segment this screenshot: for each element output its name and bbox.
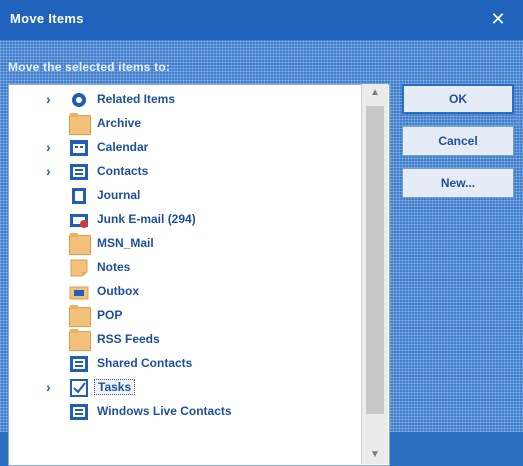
tree-item-notes[interactable]: Notes	[9, 257, 361, 279]
tree-item-label: Outbox	[97, 284, 139, 298]
tree-item-label: Contacts	[97, 164, 149, 178]
tree-item-related-items[interactable]: › Related Items	[9, 89, 361, 111]
title-bar[interactable]: Move Items ✕	[0, 0, 523, 40]
folder-icon	[69, 113, 91, 135]
tree-item-pop[interactable]: POP	[9, 305, 361, 327]
tree-item-label: Related Items	[97, 92, 176, 106]
close-icon[interactable]: ✕	[485, 6, 511, 32]
dialog-title: Move Items	[10, 11, 84, 26]
tasks-icon	[69, 379, 89, 397]
folder-tree[interactable]: › Related Items Archive › Calendar › Con…	[8, 84, 390, 466]
tree-item-msn-mail[interactable]: MSN_Mail	[9, 233, 361, 255]
tree-item-windows-live-contacts[interactable]: Windows Live Contacts	[9, 401, 361, 423]
tree-item-label: RSS Feeds	[97, 332, 160, 346]
tree-item-contacts[interactable]: › Contacts	[9, 161, 361, 183]
contacts-icon	[69, 163, 89, 181]
tree-item-label: Tasks	[94, 379, 136, 395]
notes-icon	[69, 259, 89, 277]
dialog-body: Move the selected items to: › Related It…	[0, 40, 523, 466]
tree-scrollbar[interactable]: ▲ ▼	[361, 84, 388, 464]
move-prompt-label: Move the selected items to:	[8, 60, 171, 74]
tree-item-label: Shared Contacts	[97, 356, 193, 370]
journal-icon	[69, 187, 89, 205]
tree-item-journal[interactable]: Journal	[9, 185, 361, 207]
tree-item-label: Journal	[97, 188, 141, 202]
tree-item-label: Junk E-mail (294)	[97, 212, 196, 226]
ok-button[interactable]: OK	[402, 84, 514, 114]
tree-item-calendar[interactable]: › Calendar	[9, 137, 361, 159]
tree-item-outbox[interactable]: Outbox	[9, 281, 361, 303]
folder-icon	[69, 305, 91, 327]
tree-item-archive[interactable]: Archive	[9, 113, 361, 135]
scroll-up-icon[interactable]: ▲	[362, 84, 388, 102]
tree-item-label: POP	[97, 308, 123, 322]
outbox-icon	[69, 283, 89, 301]
folder-icon	[69, 233, 91, 255]
contacts-icon	[69, 403, 89, 421]
new-folder-button[interactable]: New...	[402, 168, 514, 198]
cancel-button[interactable]: Cancel	[402, 126, 514, 156]
expand-chevron-icon[interactable]: ›	[46, 379, 60, 395]
tree-item-label: MSN_Mail	[97, 236, 154, 250]
tree-item-label: Windows Live Contacts	[97, 404, 232, 418]
tree-item-rss-feeds[interactable]: RSS Feeds	[9, 329, 361, 351]
rss-feeds-icon	[69, 329, 91, 351]
expand-chevron-icon[interactable]: ›	[46, 91, 60, 107]
move-items-dialog: Move Items ✕ Move the selected items to:…	[0, 0, 523, 466]
contacts-icon	[69, 355, 89, 373]
calendar-icon	[69, 139, 89, 157]
scroll-down-icon[interactable]: ▼	[362, 446, 388, 464]
expand-chevron-icon[interactable]: ›	[46, 139, 60, 155]
tree-item-label: Calendar	[97, 140, 149, 154]
tree-item-label: Archive	[97, 116, 142, 130]
tree-item-tasks[interactable]: › Tasks	[9, 377, 361, 399]
junk-email-icon	[69, 211, 89, 229]
related-items-icon	[69, 91, 89, 109]
tree-item-shared-contacts[interactable]: Shared Contacts	[9, 353, 361, 375]
expand-chevron-icon[interactable]: ›	[46, 163, 60, 179]
scrollbar-thumb[interactable]	[366, 106, 384, 414]
tree-item-label: Notes	[97, 260, 131, 274]
tree-item-junk-email[interactable]: Junk E-mail (294)	[9, 209, 361, 231]
